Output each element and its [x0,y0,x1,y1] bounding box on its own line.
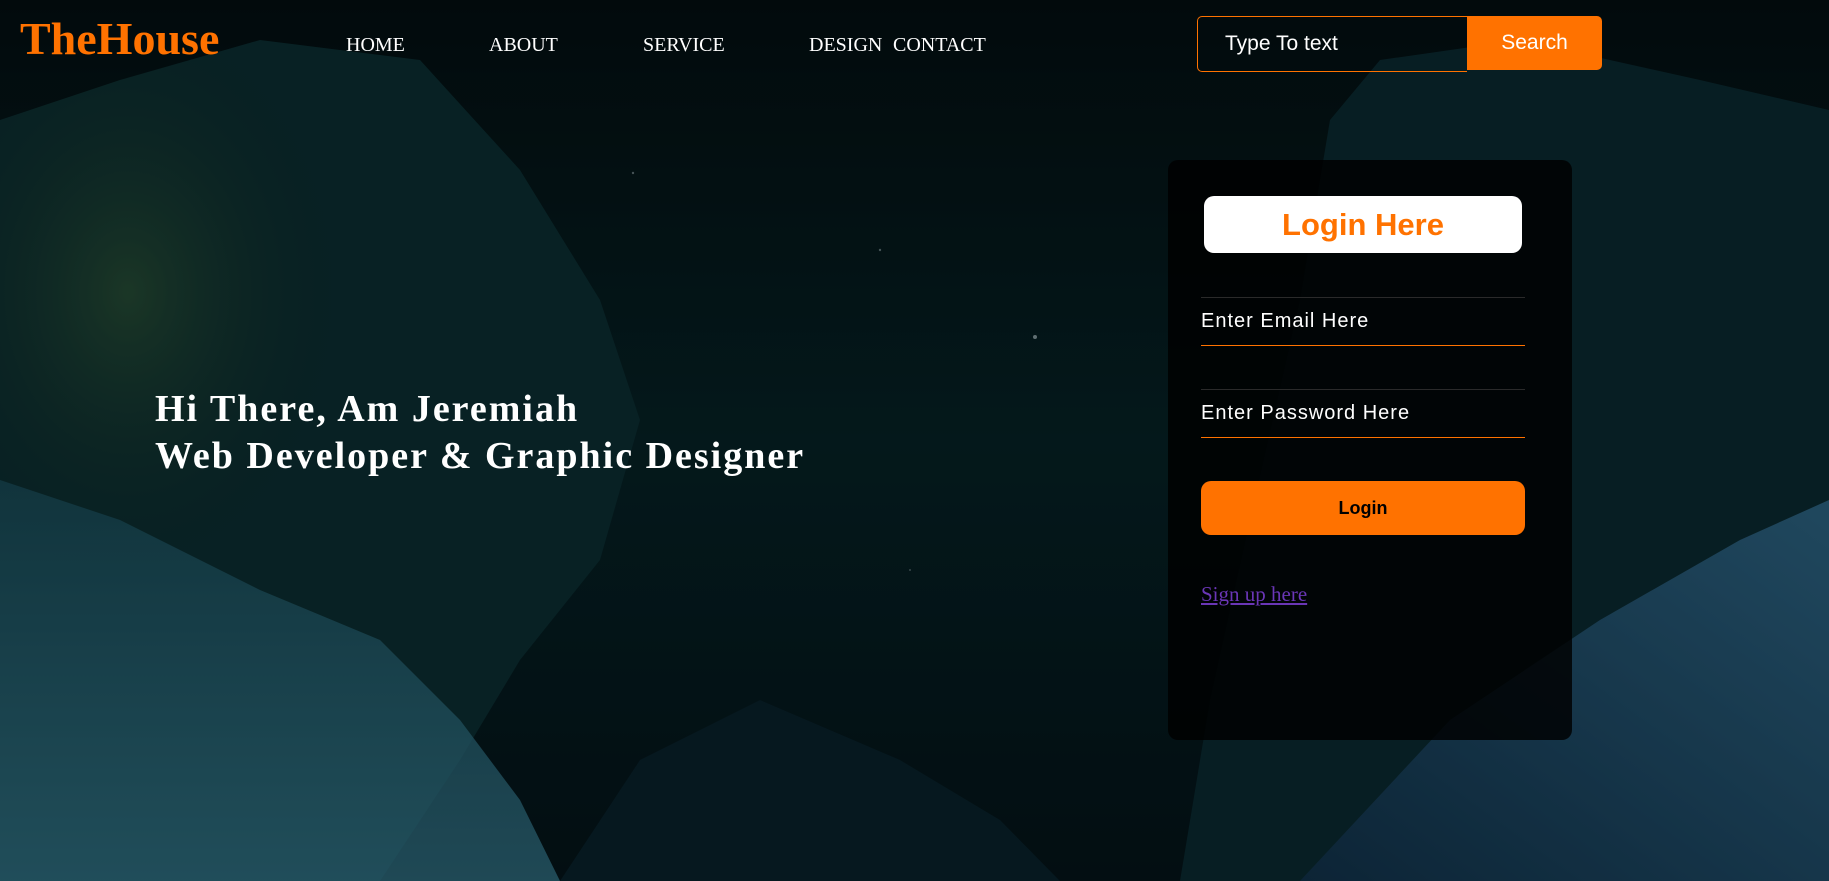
site-logo[interactable]: TheHouse [20,12,219,65]
email-field[interactable] [1201,297,1525,346]
login-button[interactable]: Login [1201,481,1525,535]
login-card: Login Here Login Sign up here [1168,160,1572,740]
nav-about-link[interactable]: ABOUT [489,34,643,57]
signup-link[interactable]: Sign up here [1201,582,1307,607]
nav-design-link[interactable]: DESIGN [809,34,893,57]
hero-line-2: Web Developer & Graphic Designer [155,435,806,477]
search-button[interactable]: Search [1467,16,1602,70]
search-input[interactable] [1197,16,1467,72]
hero-line-1: Hi There, Am Jeremiah [155,388,580,430]
nav-contact-link[interactable]: CONTACT [893,34,986,57]
nav-service-link[interactable]: SERVICE [643,34,809,57]
password-field[interactable] [1201,389,1525,438]
hero-heading: Hi There, Am Jeremiah Web Developer & Gr… [155,386,805,480]
main-nav: HOME ABOUT SERVICE DESIGN CONTACT [346,34,986,57]
login-title: Login Here [1204,196,1522,253]
page: TheHouse HOME ABOUT SERVICE DESIGN CONTA… [0,0,1829,881]
nav-home-link[interactable]: HOME [346,34,489,57]
